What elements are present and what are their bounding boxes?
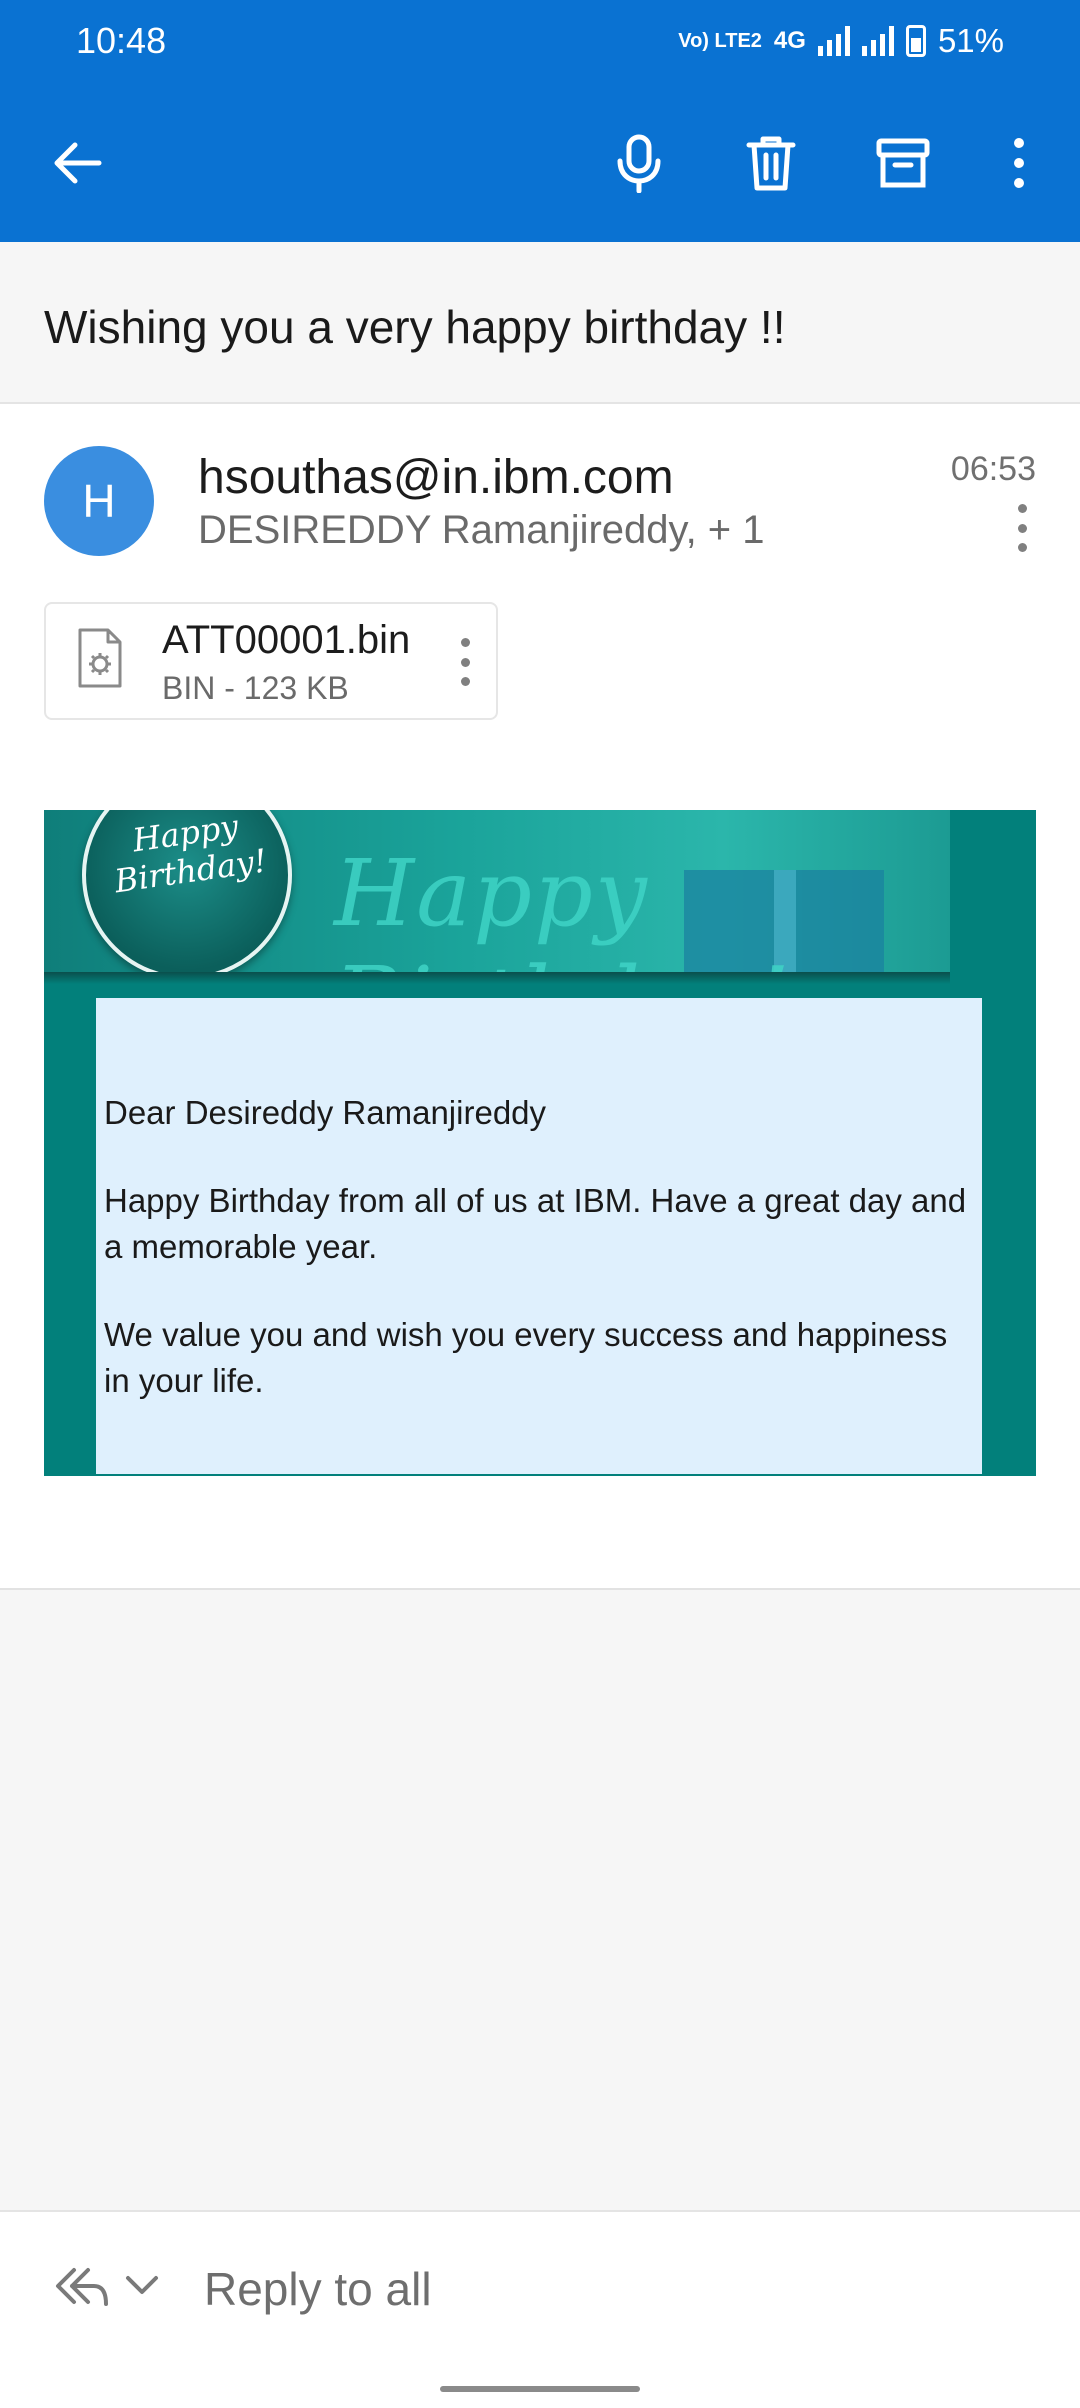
attachment-card[interactable]: ATT00001.bin BIN - 123 KB bbox=[44, 602, 498, 720]
status-icons: Vo) LTE2 4G 51% bbox=[678, 22, 1004, 60]
sender-address[interactable]: hsouthas@in.ibm.com bbox=[198, 450, 674, 505]
letter-paragraph-1: Happy Birthday from all of us at IBM. Ha… bbox=[104, 1182, 967, 1265]
reply-to-all-button[interactable]: Reply to all bbox=[204, 2262, 432, 2316]
email-subject: Wishing you a very happy birthday !! bbox=[44, 301, 786, 353]
letter-paragraph-2: We value you and wish you every success … bbox=[104, 1316, 948, 1399]
message-more-icon[interactable] bbox=[1002, 500, 1042, 556]
more-vert-icon[interactable] bbox=[986, 130, 1052, 196]
birthday-email-body: Happy Birthday! Happy Birthday! Dear Des… bbox=[44, 810, 1036, 1476]
banner-script-text: Happy Birthday! bbox=[334, 840, 790, 982]
signal-icon-2 bbox=[861, 26, 894, 56]
chevron-down-icon[interactable] bbox=[124, 2274, 160, 2303]
attachment-meta: BIN - 123 KB bbox=[162, 670, 349, 706]
message-time: 06:53 bbox=[950, 450, 1036, 488]
avatar[interactable]: H bbox=[44, 446, 154, 556]
reply-all-icon[interactable] bbox=[54, 2264, 110, 2313]
status-time: 10:48 bbox=[76, 20, 167, 61]
microphone-icon[interactable] bbox=[606, 130, 672, 196]
birthday-banner: Happy Birthday! Happy Birthday! bbox=[44, 810, 950, 982]
battery-percent: 51% bbox=[937, 22, 1004, 59]
attachment-more-icon[interactable] bbox=[450, 634, 480, 690]
volte-indicator: Vo) LTE2 bbox=[678, 30, 762, 52]
signal-icon bbox=[817, 26, 850, 56]
reply-bar bbox=[0, 2210, 1080, 2408]
battery-icon bbox=[905, 25, 926, 57]
banner-shadow bbox=[44, 972, 950, 984]
letter-greeting: Dear Desireddy Ramanjireddy bbox=[104, 1094, 547, 1131]
letter-panel: Dear Desireddy Ramanjireddy Happy Birthd… bbox=[96, 998, 982, 1474]
attachment-name: ATT00001.bin bbox=[162, 618, 411, 662]
file-icon bbox=[76, 626, 124, 695]
network-type: 4G bbox=[773, 27, 806, 54]
back-arrow-icon[interactable] bbox=[44, 130, 110, 196]
app-header: 10:48 Vo) LTE2 4G 51% bbox=[0, 0, 1080, 242]
archive-icon[interactable] bbox=[870, 130, 936, 196]
recipients[interactable]: DESIREDDY Ramanjireddy, + 1 bbox=[198, 508, 765, 553]
delete-icon[interactable] bbox=[738, 130, 804, 196]
home-indicator bbox=[440, 2386, 640, 2392]
